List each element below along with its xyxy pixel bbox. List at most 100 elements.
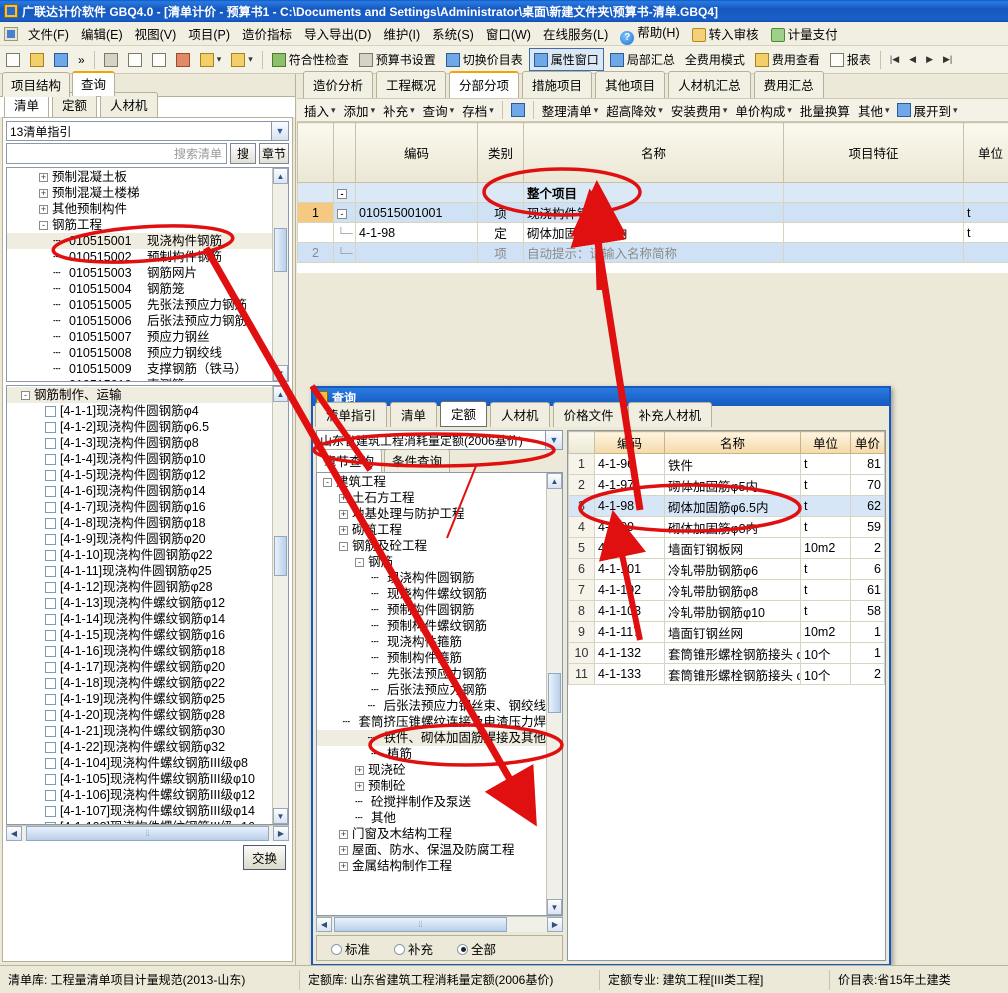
quota-cell-code[interactable]: 4-1-117 <box>595 622 665 643</box>
quota-chapter-item[interactable]: ┄现浇构件圆钢筋 <box>317 570 546 586</box>
chevron-down-icon[interactable]: ▾ <box>885 105 890 116</box>
quota-cell-unit[interactable]: 10m2 <box>801 622 851 643</box>
first-record-button[interactable]: |◀ <box>886 52 903 67</box>
quota-cell-unit[interactable]: t <box>801 475 851 496</box>
copy-button[interactable] <box>124 51 146 69</box>
chevron-down-icon[interactable]: ▾ <box>489 105 494 116</box>
quota-tree-item[interactable]: [4-1-106]现浇构件螺纹钢筋III级φ12 <box>7 787 272 803</box>
hscroll-track[interactable]: ⦙⦙ <box>332 917 547 932</box>
cell-unit[interactable] <box>964 243 1008 263</box>
radio-全部[interactable]: 全部 <box>457 939 496 958</box>
tree-item[interactable]: -钢筋工程 <box>7 217 272 233</box>
col-name[interactable]: 名称 <box>524 123 784 183</box>
tree-item-checkbox[interactable] <box>45 566 56 577</box>
row-toggle-cell[interactable]: - <box>334 183 356 203</box>
hscroll-thumb[interactable]: ⦙⦙ <box>334 917 507 932</box>
quota-chapter-item[interactable]: +金属结构制作工程 <box>317 858 546 874</box>
quota-cell-code[interactable]: 4-1-101 <box>595 559 665 580</box>
tree-item-checkbox[interactable] <box>45 726 56 737</box>
tab-措施项目[interactable]: 措施项目 <box>522 71 592 98</box>
menu-file[interactable]: 文件(F) <box>22 21 75 46</box>
full-cost-mode-button[interactable]: 全费用模式 <box>681 49 749 70</box>
command-整理清单[interactable]: 整理清单▾ <box>539 100 602 121</box>
quota-chapter-item[interactable]: -钢筋 <box>317 554 546 570</box>
query-tab-价格文件[interactable]: 价格文件 <box>553 402 625 427</box>
quota-tree-item[interactable]: [4-1-10]现浇构件圆钢筋φ22 <box>7 547 272 563</box>
quota-cell-price[interactable]: 1 <box>851 622 885 643</box>
quota-cell-price[interactable]: 1 <box>851 643 885 664</box>
quota-tree-item[interactable]: [4-1-5]现浇构件圆钢筋φ12 <box>7 467 272 483</box>
scroll-down-icon[interactable]: ▼ <box>273 365 288 381</box>
command-安装费用[interactable]: 安装费用▾ <box>668 100 731 121</box>
quota-tree-item[interactable]: [4-1-15]现浇构件螺纹钢筋φ16 <box>7 627 272 643</box>
tree-item-checkbox[interactable] <box>45 486 56 497</box>
tree-item-checkbox[interactable] <box>45 598 56 609</box>
toolbar-overflow[interactable]: » <box>74 51 89 69</box>
query-tab-补充人材机[interactable]: 补充人材机 <box>628 402 713 427</box>
command-其他[interactable]: 其他▾ <box>855 100 893 121</box>
cell-feature[interactable] <box>784 203 964 223</box>
scroll-up-icon[interactable]: ▲ <box>547 473 562 489</box>
row-expander-icon[interactable]: - <box>337 189 347 199</box>
quota-tree-item[interactable]: [4-1-108]现浇构件螺纹钢筋III级φ16 <box>7 819 272 824</box>
open-doc-button[interactable] <box>26 51 48 69</box>
tree-item-checkbox[interactable] <box>45 438 56 449</box>
quota-cell-price[interactable]: 61 <box>851 580 885 601</box>
quota-chapter-item[interactable]: +地基处理与防护工程 <box>317 506 546 522</box>
cell-unit[interactable]: t <box>964 203 1008 223</box>
quota-chapter-item[interactable]: +现浇砼 <box>317 762 546 778</box>
table-row[interactable]: -整个项目 <box>298 183 1008 203</box>
quota-chapter-item[interactable]: ┄其他 <box>317 810 546 826</box>
cell-code[interactable]: 4-1-98 <box>356 223 478 243</box>
tree-item[interactable]: ┄010515008预应力钢绞线 <box>7 345 272 361</box>
menu-measure-payment[interactable]: 计量支付 <box>765 21 844 46</box>
quota-cell-name[interactable]: 冷轧带肋钢筋φ8 <box>665 580 801 601</box>
tree-item[interactable]: ┄010515004钢筋笼 <box>7 281 272 297</box>
tree-expander-icon[interactable]: + <box>355 782 364 791</box>
tab-工程概况[interactable]: 工程概况 <box>376 71 446 98</box>
search-input[interactable]: 搜索清单 <box>6 143 227 164</box>
tree-expander-icon[interactable]: + <box>339 862 348 871</box>
col-code[interactable]: 编码 <box>356 123 478 183</box>
quota-table-row[interactable]: 104-1-132套筒锥形螺栓钢筋接头 φ20以内10个1 <box>569 643 885 664</box>
quota-cell-code[interactable]: 4-1-133 <box>595 664 665 685</box>
quota-chapter-item[interactable]: ┄预制构件箍筋 <box>317 650 546 666</box>
redo-button[interactable]: ▾ <box>227 51 257 69</box>
cell-category[interactable]: 项 <box>478 243 524 263</box>
quota-tree-item[interactable]: [4-1-17]现浇构件螺纹钢筋φ20 <box>7 659 272 675</box>
tree-item[interactable]: ┄010515002预制构件钢筋 <box>7 249 272 265</box>
tree-item-checkbox[interactable] <box>45 534 56 545</box>
hscroll-thumb[interactable]: ⦙⦙ <box>26 826 269 841</box>
chevron-down-icon[interactable]: ▼ <box>271 122 288 140</box>
cell-feature[interactable] <box>784 223 964 243</box>
menu-maintenance[interactable]: 维护(I) <box>377 21 426 46</box>
tree-item[interactable]: ┄010515001现浇构件钢筋 <box>7 233 272 249</box>
quota-chapter-item[interactable]: ┄现浇构件螺纹钢筋 <box>317 586 546 602</box>
quota-table-row[interactable]: 14-1-96铁件t81 <box>569 454 885 475</box>
quota-cell-name[interactable]: 冷轧带肋钢筋φ6 <box>665 559 801 580</box>
tree-item-checkbox[interactable] <box>45 694 56 705</box>
tree-expander-icon[interactable]: - <box>21 391 30 400</box>
tree-expander-icon[interactable]: - <box>39 221 48 230</box>
quota-cell-code[interactable]: 4-1-100 <box>595 538 665 559</box>
tree-expander-icon[interactable]: + <box>39 205 48 214</box>
quota-chapter-item[interactable]: ┄后张法预应力钢筋 <box>317 682 546 698</box>
tree-expander-icon[interactable]: + <box>339 494 348 503</box>
tree-item-checkbox[interactable] <box>45 422 56 433</box>
quota-cell-unit[interactable]: t <box>801 580 851 601</box>
tree-item-checkbox[interactable] <box>45 806 56 817</box>
chevron-down-icon[interactable]: ▾ <box>594 105 599 116</box>
scroll-up-icon[interactable]: ▲ <box>273 386 288 402</box>
quota-cell-price[interactable]: 70 <box>851 475 885 496</box>
quota-chapter-item[interactable]: +砌筑工程 <box>317 522 546 538</box>
quota-table-row[interactable]: 84-1-103冷轧带肋钢筋φ10t58 <box>569 601 885 622</box>
quota-chapter-item[interactable]: ┄先张法预应力钢筋 <box>317 666 546 682</box>
tree-item-checkbox[interactable] <box>45 790 56 801</box>
quota-cell-unit[interactable]: 10个 <box>801 643 851 664</box>
tree-expander-icon[interactable]: + <box>339 510 348 519</box>
new-doc-button[interactable] <box>2 51 24 69</box>
tree-item-checkbox[interactable] <box>45 614 56 625</box>
qcol-code[interactable]: 编码 <box>595 432 665 454</box>
quota-cell-unit[interactable]: t <box>801 559 851 580</box>
tree-expander-icon[interactable]: + <box>339 846 348 855</box>
